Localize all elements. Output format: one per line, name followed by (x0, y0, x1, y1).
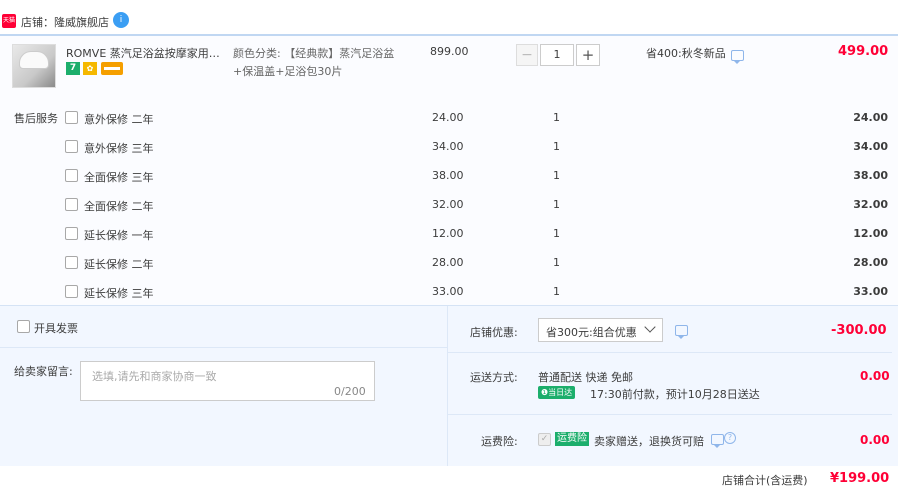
service-price: 24.00 (432, 111, 464, 124)
service-qty: 1 (553, 198, 560, 211)
service-qty: 1 (553, 140, 560, 153)
service-qty: 1 (553, 227, 560, 240)
shipping-method: 普通配送 快递 免邮 (538, 371, 633, 384)
insurance-description: 卖家赠送，退换货可赔 (594, 435, 704, 448)
tmall-badge-icon: 天猫 (2, 14, 16, 28)
message-char-count: 0/200 (334, 385, 366, 398)
service-qty: 1 (553, 111, 560, 124)
service-qty: 1 (553, 256, 560, 269)
service-row: 意外保修 二年 24.00 1 24.00 (0, 110, 898, 130)
discount-amount: -300.00 (831, 323, 887, 338)
service-total: 33.00 (853, 285, 888, 298)
insurance-checkbox[interactable]: ✓ (538, 433, 551, 446)
insurance-label: 运费险: (481, 435, 518, 448)
seven-day-return-icon[interactable]: 7 (66, 62, 80, 75)
unit-price: 899.00 (430, 45, 469, 58)
shop-name-link[interactable]: 店铺：隆威旗舰店 (21, 14, 109, 30)
insurance-tag: 运费险 (555, 432, 589, 446)
quantity-input[interactable]: 1 (540, 44, 574, 66)
divider (0, 347, 447, 348)
sku-info: 颜色分类: 【经典款】蒸汽足浴盆 +保温盖+足浴包30片 (233, 45, 403, 81)
service-total: 38.00 (853, 169, 888, 182)
shipping-amount: 0.00 (860, 369, 890, 383)
message-label: 给卖家留言: (14, 365, 73, 378)
service-name: 延长保修 二年 (84, 258, 154, 271)
service-badge-icon[interactable]: ✿ (83, 62, 97, 75)
service-checkbox[interactable] (65, 111, 78, 124)
divider (447, 414, 892, 415)
comment-icon[interactable] (711, 434, 724, 448)
service-total: 34.00 (853, 140, 888, 153)
discount-label: 店铺优惠: (470, 326, 518, 339)
service-row: 延长保修 三年 33.00 1 33.00 (0, 284, 898, 304)
service-total: 28.00 (853, 256, 888, 269)
shop-total-label: 店铺合计(含运费) (722, 474, 808, 487)
comment-icon[interactable] (731, 50, 744, 64)
service-checkbox[interactable] (65, 198, 78, 211)
service-qty: 1 (553, 285, 560, 298)
quantity-increase-button[interactable]: + (576, 44, 600, 66)
service-qty: 1 (553, 169, 560, 182)
product-thumbnail[interactable] (12, 44, 56, 88)
service-price: 34.00 (432, 140, 464, 153)
service-price: 28.00 (432, 256, 464, 269)
service-checkbox[interactable] (65, 256, 78, 269)
service-checkbox[interactable] (65, 140, 78, 153)
service-row: 意外保修 三年 34.00 1 34.00 (0, 139, 898, 159)
service-price: 12.00 (432, 227, 464, 240)
service-row: 延长保修 一年 12.00 1 12.00 (0, 226, 898, 246)
contact-seller-icon[interactable]: i (113, 12, 129, 28)
message-placeholder: 选填,请先和商家协商一致 (92, 370, 217, 383)
insurance-amount: 0.00 (860, 433, 890, 447)
invoice-label[interactable]: 开具发票 (34, 320, 78, 336)
service-total: 12.00 (853, 227, 888, 240)
divider (447, 352, 892, 353)
help-icon[interactable]: ? (724, 432, 736, 444)
service-row: 全面保修 二年 32.00 1 32.00 (0, 197, 898, 217)
service-name: 全面保修 二年 (84, 200, 154, 213)
shop-total-value: ¥199.00 (830, 471, 890, 486)
service-name: 意外保修 三年 (84, 142, 154, 155)
service-row: 全面保修 三年 38.00 1 38.00 (0, 168, 898, 188)
service-total: 32.00 (853, 198, 888, 211)
same-day-badge: ❶当日达 (538, 386, 576, 399)
invoice-checkbox[interactable] (17, 320, 30, 333)
comment-icon[interactable] (675, 325, 688, 339)
foot-bath-icon (19, 51, 49, 69)
service-price: 32.00 (432, 198, 464, 211)
service-name: 全面保修 三年 (84, 171, 154, 184)
service-name: 延长保修 三年 (84, 287, 154, 300)
service-checkbox[interactable] (65, 169, 78, 182)
service-total: 24.00 (853, 111, 888, 124)
service-name: 延长保修 一年 (84, 229, 154, 242)
promotion-text: 省400:秋冬新品 (646, 47, 726, 60)
service-price: 33.00 (432, 285, 464, 298)
credit-card-icon[interactable] (101, 62, 123, 75)
discount-selected-value: 省300元:组合优惠 (546, 326, 637, 339)
service-name: 意外保修 二年 (84, 113, 154, 126)
service-checkbox[interactable] (65, 227, 78, 240)
product-title-link[interactable]: ROMVE 蒸汽足浴盆按摩家用洗... (66, 45, 228, 61)
sku-line: 颜色分类: 【经典款】蒸汽足浴盆 (233, 47, 395, 60)
shipping-eta: 17:30前付款，预计10月28日送达 (590, 388, 760, 401)
service-row: 延长保修 二年 28.00 1 28.00 (0, 255, 898, 275)
sku-line: +保温盖+足浴包30片 (233, 65, 343, 78)
quantity-decrease-button[interactable]: − (516, 44, 538, 66)
service-price: 38.00 (432, 169, 464, 182)
shipping-label: 运送方式: (470, 371, 518, 384)
service-checkbox[interactable] (65, 285, 78, 298)
item-subtotal: 499.00 (838, 44, 889, 59)
